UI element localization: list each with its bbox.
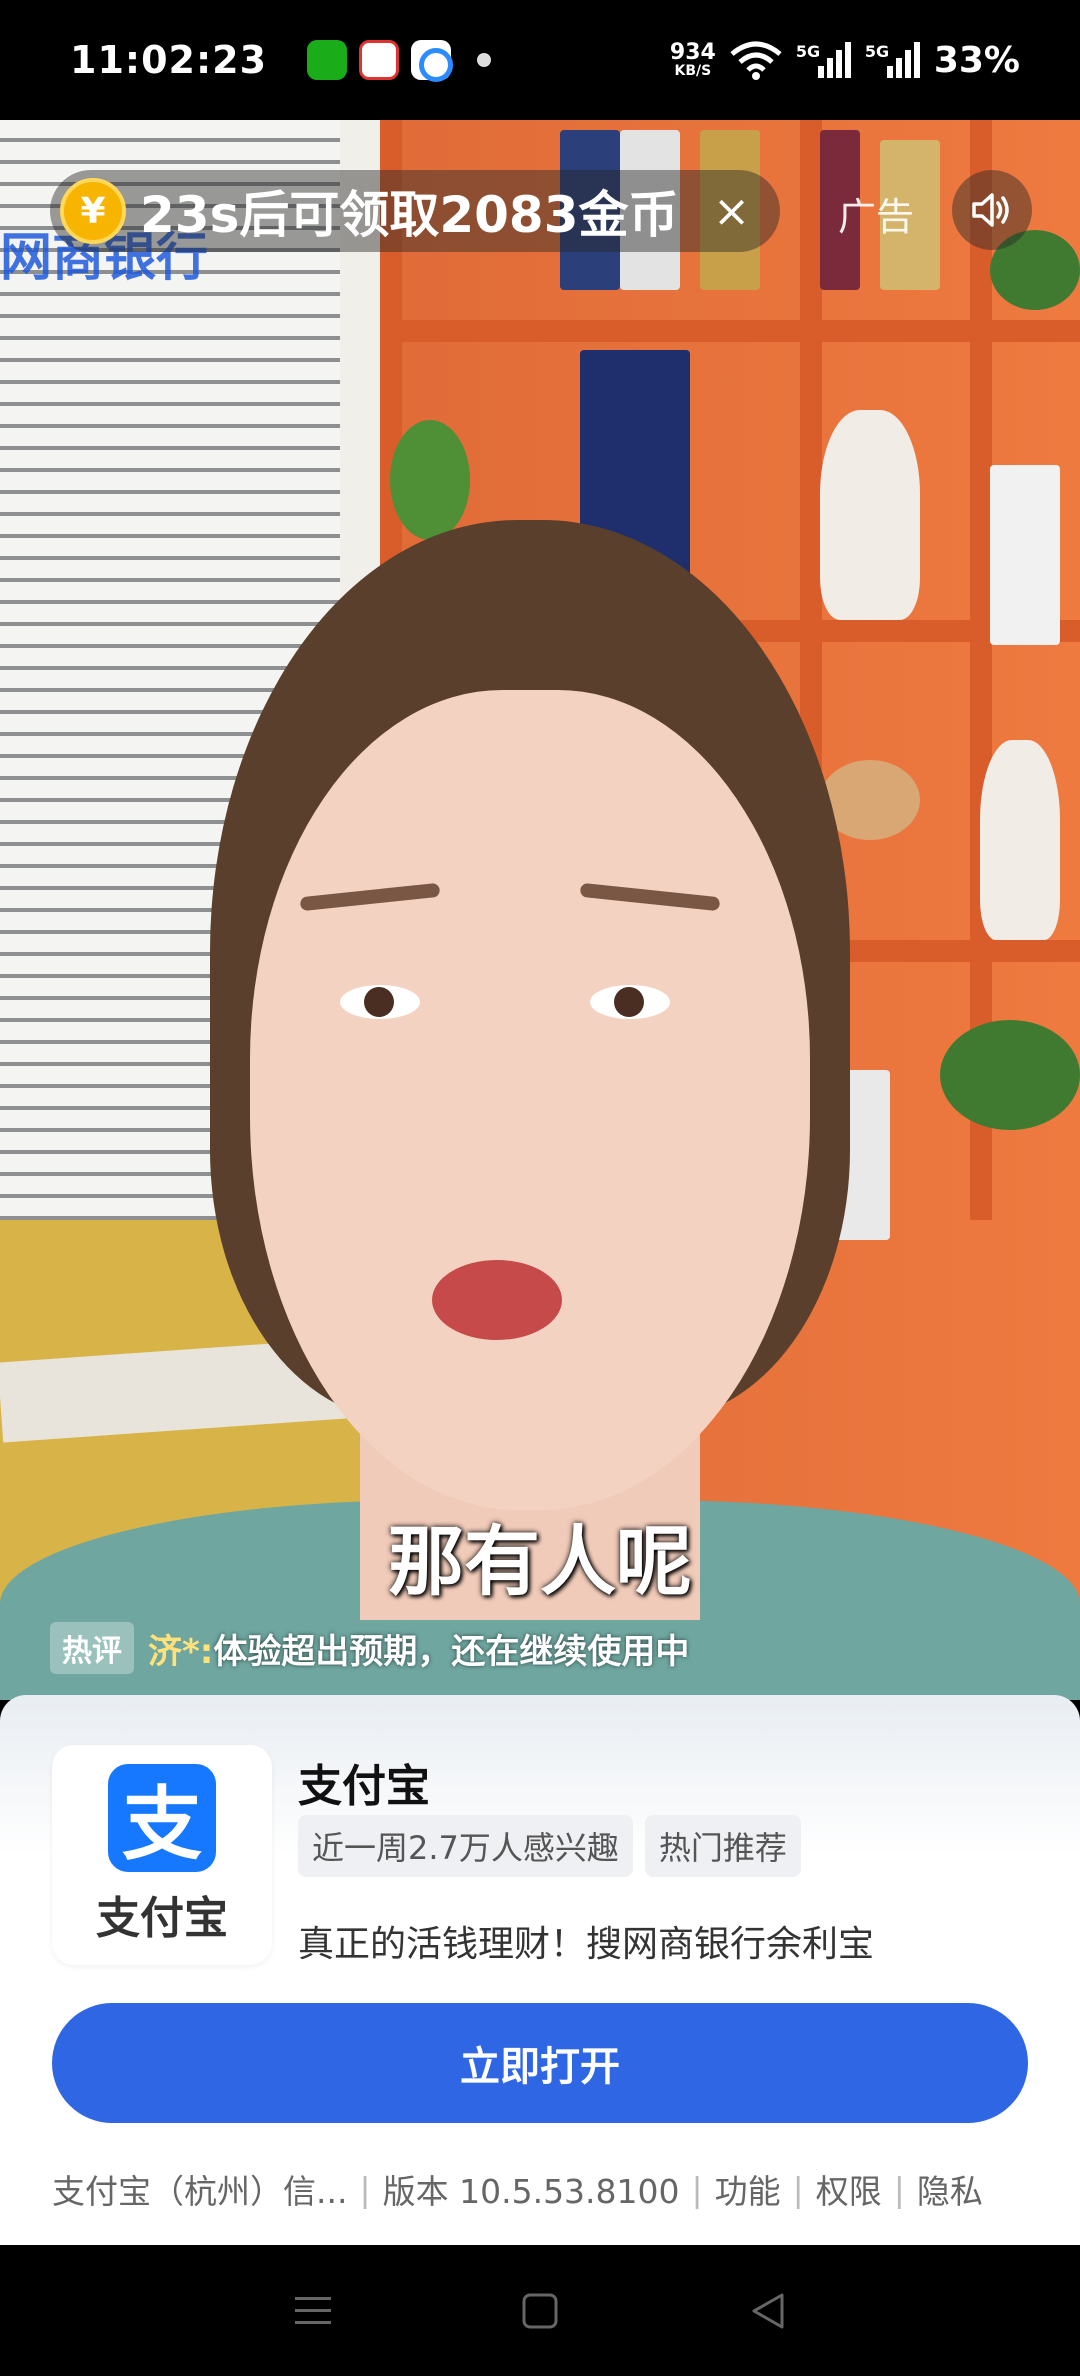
battery-level: 33%: [933, 39, 1020, 81]
hot-comment-text: 体验超出预期，还在继续使用中: [213, 1631, 690, 1672]
signal-strength-icon-2: 5G: [865, 42, 920, 78]
network-speed: 934 KB/S: [669, 40, 716, 79]
hot-comment-user: 济*:: [148, 1631, 214, 1672]
app-icon[interactable]: 支 支付宝: [52, 1745, 272, 1965]
hot-comment: 热评 济*: 体验超出预期，还在继续使用中: [50, 1622, 689, 1674]
ad-description: 真正的活钱理财！搜网商银行余利宝: [298, 1924, 875, 1965]
video-subtitle: 那有人呢: [388, 1517, 692, 1606]
open-app-button[interactable]: 立即打开: [52, 2003, 1028, 2123]
notification-icons: [307, 40, 492, 82]
home-icon[interactable]: [510, 2281, 570, 2341]
permissions-link[interactable]: 权限: [816, 2165, 882, 2213]
status-right: 934 KB/S 5G 5G 33%: [670, 40, 1020, 81]
close-icon[interactable]: ×: [713, 186, 750, 237]
developer-name: 支付宝（杭州）信...: [52, 2172, 348, 2211]
app-name: 支付宝: [298, 1761, 430, 1812]
speaker-icon: [972, 193, 1009, 227]
video-player[interactable]: 网商银行: [0, 120, 1080, 1700]
app-ad-card[interactable]: 支 支付宝 支付宝 近一周2.7万人感兴趣 热门推荐 真正的活钱理财！搜网商银行…: [0, 1695, 1080, 2245]
app-info-footer: 支付宝（杭州）信... | 版本 10.5.53.8100 | 功能 | 权限 …: [52, 2165, 1042, 2213]
more-notifications-icon: [477, 53, 492, 67]
signal-strength-icon-1: 5G: [796, 42, 851, 78]
news-app-icon: [359, 40, 400, 80]
app-icon-label: 支付宝: [96, 1893, 228, 1944]
sound-toggle-button[interactable]: [952, 170, 1032, 250]
wechat-icon: [307, 40, 348, 80]
app-version: 版本 10.5.53.8100: [382, 2172, 680, 2211]
wifi-icon: [730, 41, 782, 80]
browser-app-icon: [411, 40, 454, 82]
status-time: 11:02:23: [70, 38, 268, 82]
reward-countdown-banner: ¥ 23s后可领取2083金币 ×: [50, 170, 780, 252]
back-icon[interactable]: [737, 2281, 797, 2341]
ad-label: 广告: [838, 195, 915, 239]
app-tags: 近一周2.7万人感兴趣 热门推荐: [298, 1815, 801, 1877]
hot-comment-tag: 热评: [50, 1622, 134, 1674]
privacy-link[interactable]: 隐私: [917, 2165, 983, 2213]
system-navigation-bar: [0, 2245, 1080, 2376]
alipay-logo-icon: 支: [108, 1764, 216, 1872]
features-link[interactable]: 功能: [715, 2165, 781, 2213]
tag-interest: 近一周2.7万人感兴趣: [298, 1815, 633, 1877]
menu-icon[interactable]: [283, 2281, 343, 2341]
status-bar: 11:02:23 934 KB/S 5G 5G 33%: [0, 0, 1080, 120]
coin-icon: ¥: [60, 178, 126, 244]
reward-countdown-text: 23s后可领取2083金币: [140, 186, 679, 244]
tag-hot: 热门推荐: [644, 1815, 801, 1877]
